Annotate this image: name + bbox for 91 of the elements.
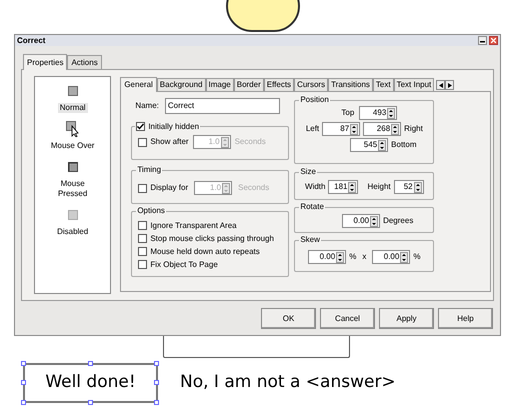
resize-handle[interactable] [88, 361, 93, 366]
scroll-right-button[interactable] [445, 80, 454, 90]
group-title: Timing [136, 165, 162, 175]
spin-field[interactable]: 0.00 [342, 214, 380, 228]
tab[interactable]: Actions [67, 55, 102, 69]
spin-field[interactable]: 545 [350, 138, 388, 152]
spin-field[interactable]: 87 [322, 122, 360, 136]
close-button[interactable] [489, 36, 498, 45]
disabled-button-icon [68, 210, 78, 220]
minimize-icon [480, 38, 485, 43]
tab[interactable]: Transitions [328, 78, 373, 91]
unit-label: % [413, 251, 420, 263]
spin-arrows-icon[interactable] [414, 182, 422, 192]
spin-field[interactable]: 0.00 [372, 250, 410, 264]
group-title: Position [299, 95, 330, 105]
field-label: Left [306, 123, 320, 135]
checkbox-label: Stop mouse clicks passing through [150, 232, 274, 244]
checkbox-label: Show after [150, 136, 189, 148]
state-item[interactable]: Mouse Over [48, 141, 98, 151]
tab[interactable]: Cursors [294, 78, 328, 91]
close-icon [491, 38, 496, 43]
group-title: Rotate [299, 202, 325, 212]
spin-field[interactable]: 0.00 [308, 250, 346, 264]
checkbox-label: Initially hidden [148, 120, 200, 132]
spin-arrows-icon[interactable] [378, 140, 386, 150]
window-title: Correct [17, 36, 46, 44]
spin-field[interactable]: 268 [363, 122, 402, 136]
unit-label: Seconds [238, 182, 270, 194]
resize-handle[interactable] [88, 400, 93, 405]
group-title: Skew [299, 235, 321, 245]
checkbox[interactable] [138, 234, 148, 243]
tab[interactable]: Border [234, 78, 264, 91]
spin-arrows-icon[interactable] [350, 124, 358, 134]
field-label: Name: [135, 100, 159, 112]
checkbox-label: Fix Object To Page [150, 258, 218, 270]
tab[interactable]: Effects [264, 78, 294, 91]
state-item[interactable]: Normal [58, 103, 88, 113]
field-label: Right [404, 123, 423, 135]
resize-handle[interactable] [154, 361, 159, 366]
checkbox[interactable] [138, 247, 148, 256]
tab[interactable]: Image [206, 78, 234, 91]
unit-label: Seconds [234, 136, 266, 148]
checkbox-label: Display for [150, 182, 188, 194]
unit-label: Degrees [383, 215, 414, 227]
spin-arrows-icon[interactable] [387, 108, 396, 118]
dialog-button[interactable]: Cancel [320, 308, 375, 329]
state-item[interactable]: Disabled [48, 227, 98, 237]
field-label: Height [367, 181, 391, 193]
resize-handle[interactable] [21, 400, 26, 405]
tab[interactable]: Properties [23, 54, 68, 70]
resize-handle[interactable] [154, 400, 159, 405]
answer-text: No, I am not a <answer> [180, 371, 396, 394]
spin-field[interactable]: 493 [359, 106, 398, 120]
left-triangle-icon [438, 82, 443, 88]
checkbox[interactable] [138, 260, 148, 269]
checkbox[interactable] [138, 221, 148, 230]
name-field[interactable]: Correct [164, 98, 280, 114]
checkbox-label: Ignore Transparent Area [150, 220, 237, 232]
tab[interactable]: Text [372, 78, 394, 91]
resize-handle[interactable] [21, 380, 26, 385]
tab[interactable]: Background [156, 78, 206, 91]
resize-handle[interactable] [21, 361, 26, 366]
square-button-icon [68, 86, 78, 96]
group-title: Options [136, 206, 166, 216]
spin-field[interactable]: 52 [394, 180, 424, 194]
spin-arrows-icon[interactable] [370, 216, 378, 226]
spin-arrows-icon[interactable] [336, 252, 344, 262]
spin-field[interactable]: 181 [328, 180, 358, 194]
spin-arrows-icon[interactable] [348, 182, 356, 192]
dialog-button[interactable]: Apply [379, 308, 434, 329]
unit-label: % [349, 251, 356, 263]
checkbox-label: Mouse held down auto repeats [150, 246, 260, 258]
scroll-left-button[interactable] [436, 80, 446, 90]
spin-arrows-icon[interactable] [391, 124, 400, 134]
tab[interactable]: General [120, 77, 157, 92]
dialog-button[interactable]: Help [438, 308, 493, 329]
field-label: Bottom [391, 139, 416, 151]
dialog-button[interactable]: OK [261, 308, 316, 329]
right-triangle-icon [448, 82, 452, 88]
field-label: Top [341, 107, 354, 119]
group-title: Size [299, 167, 317, 177]
state-item[interactable]: Mouse Pressed [48, 179, 98, 199]
pressed-button-icon [68, 162, 78, 172]
separator-label: x [362, 251, 366, 263]
tab[interactable]: Text Input [394, 78, 434, 91]
spin-arrows-icon[interactable] [400, 252, 408, 262]
button-with-cursor-icon [66, 121, 80, 137]
checkbox[interactable] [136, 122, 146, 131]
field-label: Width [305, 181, 326, 193]
resize-handle[interactable] [154, 380, 159, 385]
minimize-button[interactable] [478, 36, 487, 45]
